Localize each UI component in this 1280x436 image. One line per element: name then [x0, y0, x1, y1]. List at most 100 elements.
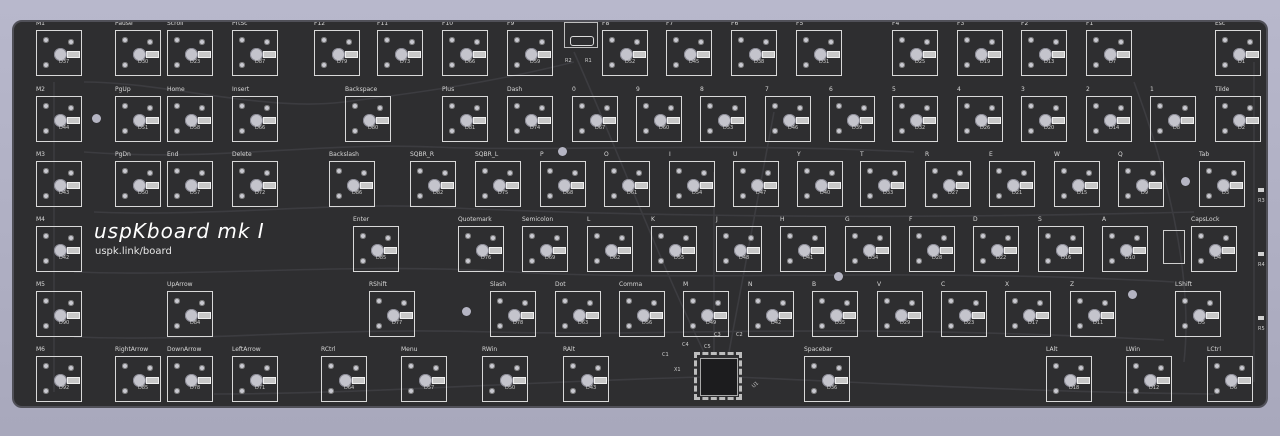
mounting-hole [834, 272, 843, 281]
switch-pin-hole [980, 258, 986, 264]
switch-pin-hole [239, 128, 245, 134]
diode-ref: D55 [674, 255, 685, 261]
switch-pin-hole [514, 365, 520, 371]
diode-component [67, 51, 80, 58]
key-outline: D50 [115, 161, 161, 207]
key-outline: D53 [700, 96, 746, 142]
switch-pin-hole [68, 365, 74, 371]
diode-component [1133, 247, 1146, 254]
switch-pin-hole [1182, 298, 1188, 304]
key-outline: D42 [36, 226, 82, 272]
diode-component [67, 312, 80, 319]
switch-pin-hole [626, 298, 632, 304]
switch-pin-hole [676, 193, 682, 199]
switch-pin-hole [1231, 170, 1237, 176]
diode-component [747, 247, 760, 254]
switch-pin-hole [417, 193, 423, 199]
switch-pin-hole [1214, 388, 1220, 394]
switch-pin-hole [701, 170, 707, 176]
diode-component [827, 51, 840, 58]
switch-pin-hole [683, 235, 689, 241]
diode-ref: D44 [59, 125, 70, 131]
switch-pin-hole [811, 388, 817, 394]
switch-pin-hole [68, 300, 74, 306]
switch-pin-hole [1247, 105, 1253, 111]
switch-pin-hole [360, 258, 366, 264]
switch-pin-hole [1070, 235, 1076, 241]
diode-ref: D74 [530, 125, 541, 131]
diode-ref: D62 [610, 255, 621, 261]
switch-pin-hole [804, 168, 810, 174]
switch-pin-hole [861, 105, 867, 111]
switch-pin-hole [899, 128, 905, 134]
diode-ref: D69 [545, 255, 556, 261]
switch-pin-hole [43, 323, 49, 329]
switch-pin-hole [892, 170, 898, 176]
diode-ref: D7 [1109, 59, 1117, 65]
switch-pin-hole [1028, 128, 1034, 134]
diode-component [67, 182, 80, 189]
key-outline: D18 [1046, 356, 1092, 402]
key-outline: D16 [1038, 226, 1084, 272]
switch-pin-hole [787, 258, 793, 264]
key-outline: D86 [329, 161, 375, 207]
switch-pin-hole [68, 105, 74, 111]
switch-pin-hole [877, 235, 883, 241]
switch-pin-hole [199, 365, 205, 371]
switch-pin-hole [1223, 235, 1229, 241]
switch-pin-hole [239, 363, 245, 369]
usb-port-icon [570, 36, 594, 46]
key-outline: D49 [683, 291, 729, 337]
diode-ref: D46 [788, 125, 799, 131]
switch-pin-hole [1077, 298, 1083, 304]
diode-ref: D57 [424, 385, 435, 391]
switch-pin-hole [147, 170, 153, 176]
key-outline: D56 [619, 291, 665, 337]
diode-component [1117, 117, 1130, 124]
switch-pin-hole [973, 300, 979, 306]
diode-component [835, 377, 848, 384]
usb-resistor-ref-1: R2 [565, 58, 572, 64]
diode-ref: D1 [1238, 59, 1246, 65]
switch-pin-hole [690, 298, 696, 304]
switch-pin-hole [587, 300, 593, 306]
switch-pin-hole [723, 258, 729, 264]
key-outline: D15 [1054, 161, 1100, 207]
diode-ref: D9 [1141, 190, 1149, 196]
key-outline: D46 [765, 96, 811, 142]
diode-component [384, 247, 397, 254]
switch-pin-hole [941, 235, 947, 241]
diode-ref: D33 [883, 190, 894, 196]
key-outline: D52 [602, 30, 648, 76]
diode-ref: D75 [498, 190, 509, 196]
switch-pin-hole [924, 39, 930, 45]
side-pad [1258, 316, 1264, 320]
switch-pin-hole [1053, 363, 1059, 369]
switch-pin-hole [514, 37, 520, 43]
diode-ref: D85 [376, 255, 387, 261]
diode-ref: D15 [1077, 190, 1088, 196]
switch-pin-hole [1021, 170, 1027, 176]
switch-pin-hole [264, 105, 270, 111]
switch-pin-hole [996, 168, 1002, 174]
diode-ref: D92 [59, 385, 70, 391]
switch-pin-hole [819, 323, 825, 329]
diode-ref: D26 [980, 125, 991, 131]
switch-pin-hole [1061, 168, 1067, 174]
switch-pin-hole [1158, 365, 1164, 371]
switch-pin-hole [199, 300, 205, 306]
switch-pin-hole [122, 363, 128, 369]
switch-pin-hole [562, 323, 568, 329]
key-outline: D77 [369, 291, 415, 337]
key-outline: D36 [804, 356, 850, 402]
diode-component [1020, 182, 1033, 189]
key-outline: D68 [540, 161, 586, 207]
switch-pin-hole [836, 103, 842, 109]
switch-pin-hole [401, 300, 407, 306]
key-outline: D5 [1175, 291, 1221, 337]
key-outline: D19 [957, 30, 1003, 76]
switch-pin-hole [122, 128, 128, 134]
switch-pin-hole [433, 365, 439, 371]
switch-pin-hole [916, 233, 922, 239]
diode-component [1149, 182, 1162, 189]
